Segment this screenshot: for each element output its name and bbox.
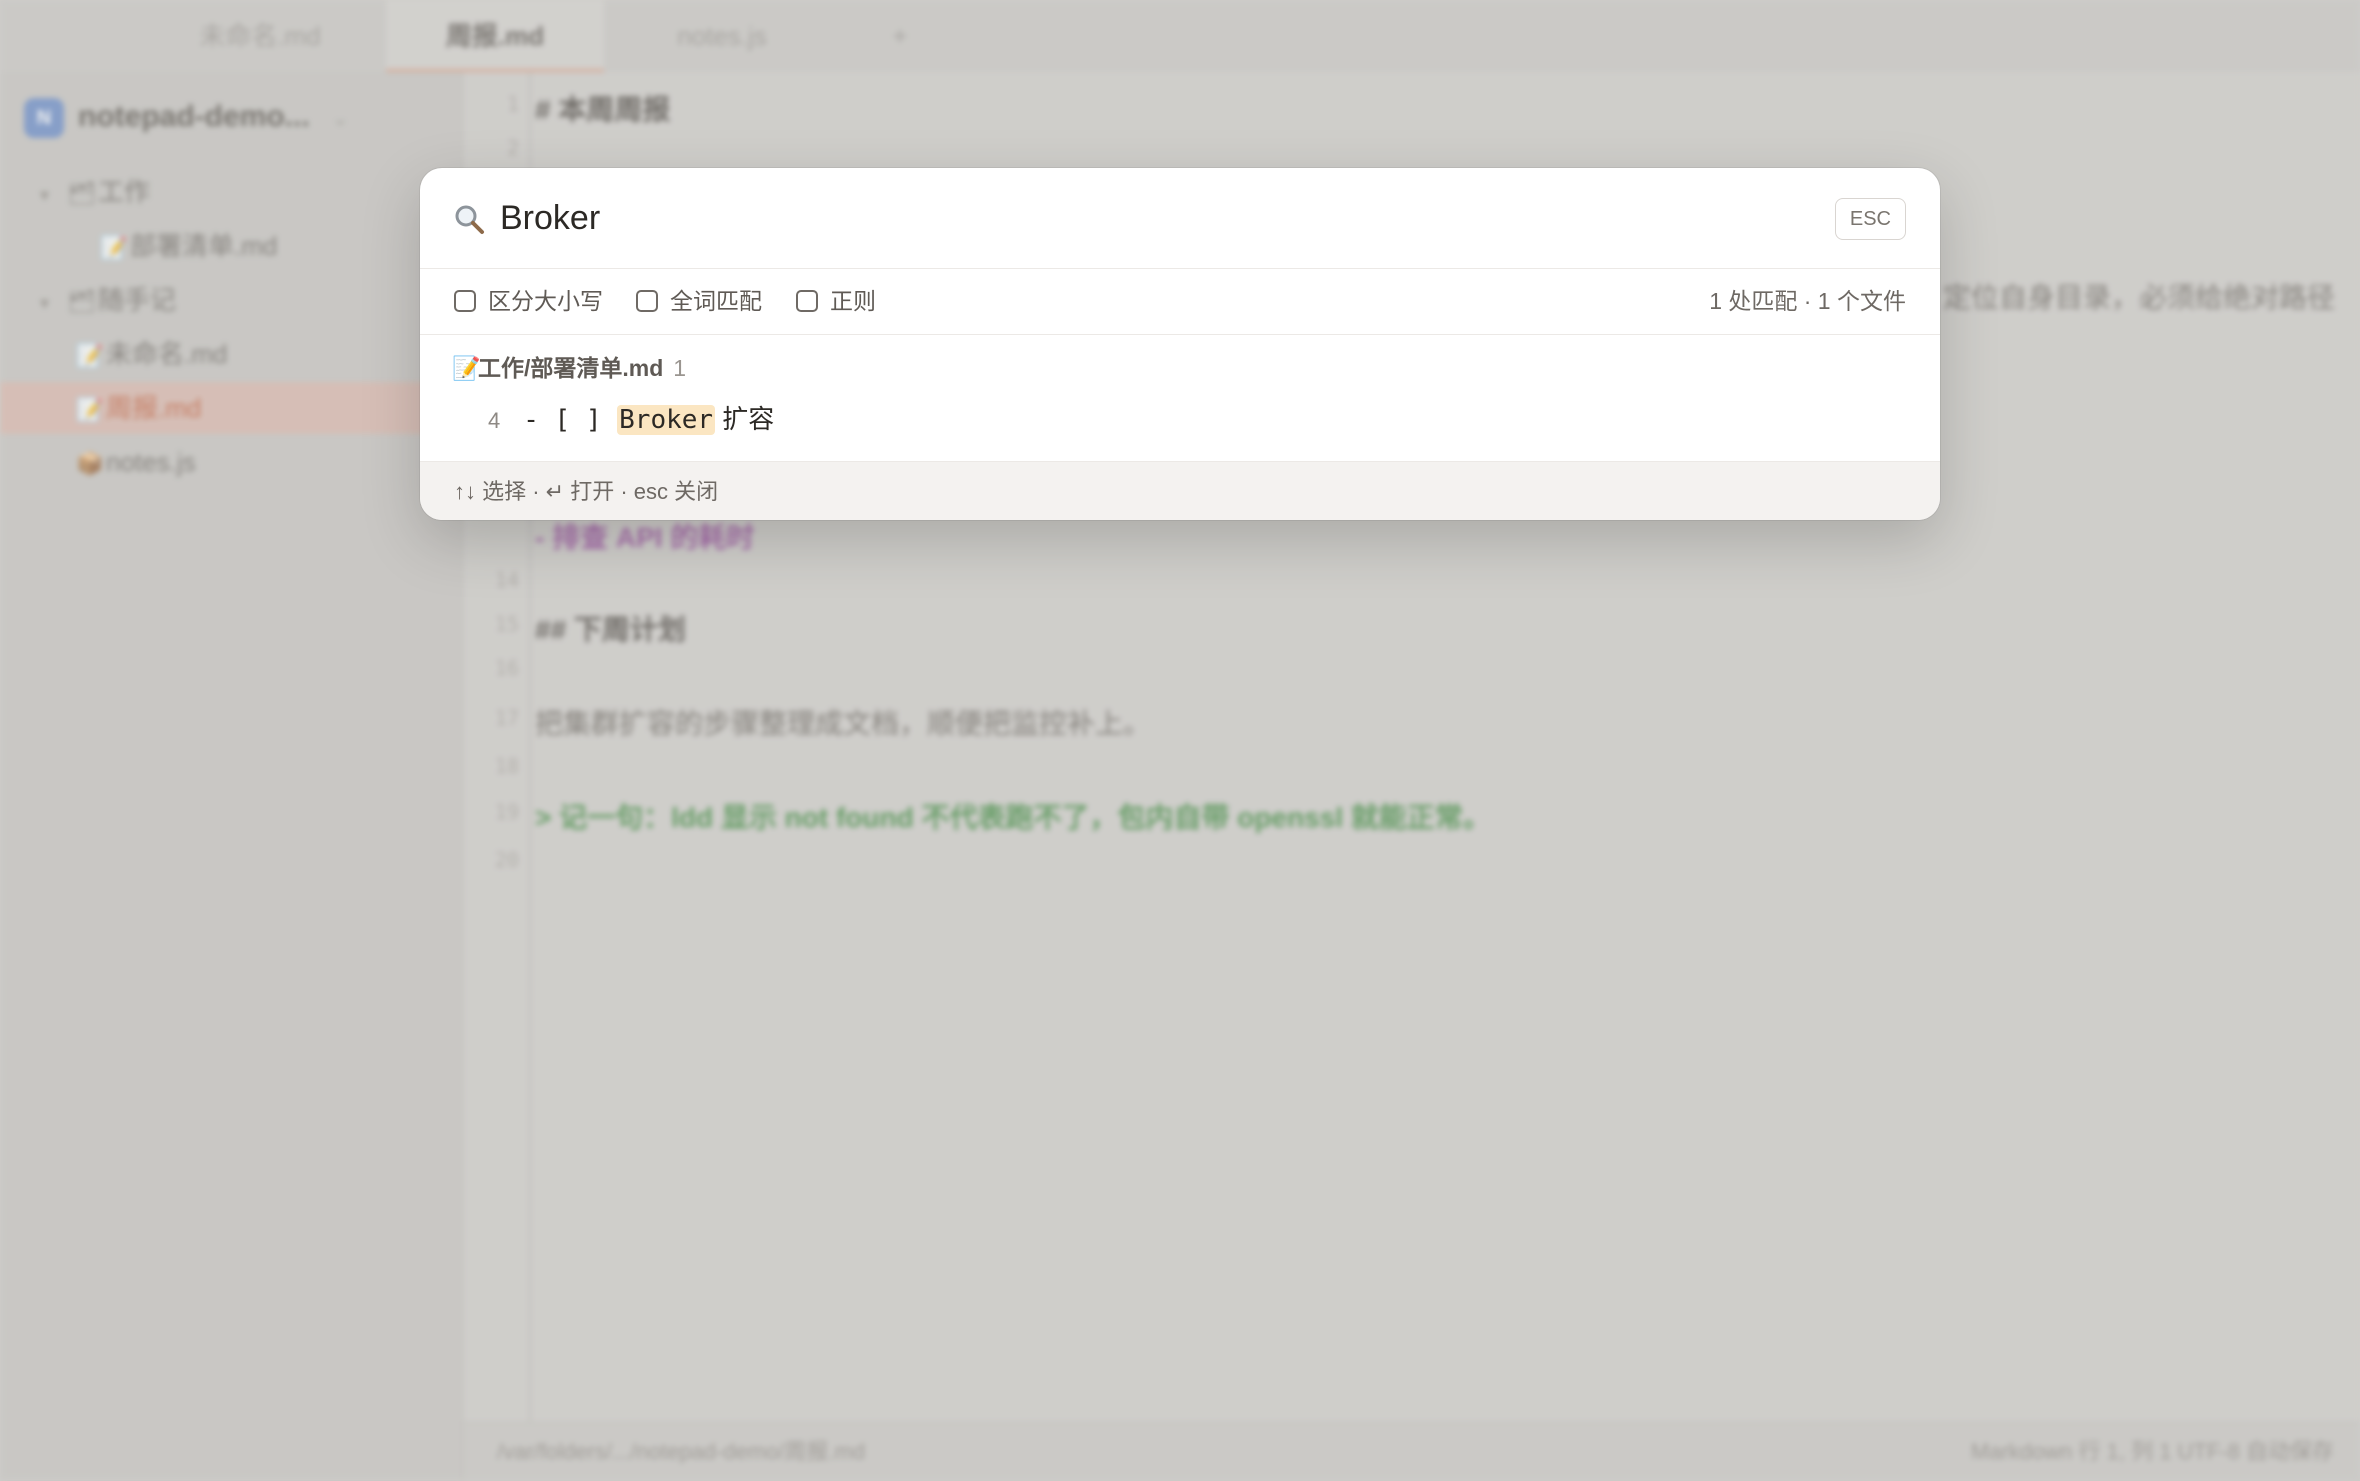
global-search-dialog: ESC 区分大小写 全词匹配 正则 1 处匹配 · 1 个文件 📝工作/部署清单… [420, 168, 1940, 520]
result-file-count: 1 [673, 355, 687, 381]
checkbox[interactable] [636, 289, 658, 312]
hit-match: Broker [617, 405, 716, 435]
option-case-sensitive[interactable]: 区分大小写 [454, 268, 603, 334]
option-label: 正则 [830, 288, 876, 314]
esc-button[interactable]: ESC [1834, 198, 1906, 240]
search-row: ESC [420, 168, 1940, 269]
checkbox[interactable] [454, 289, 476, 312]
option-label: 全词匹配 [670, 288, 762, 314]
match-summary: 1 处匹配 · 1 个文件 [1709, 288, 1906, 314]
hit-text-after: 扩容 [715, 404, 775, 434]
search-icon [455, 205, 484, 234]
result-file-header[interactable]: 📝工作/部署清单.md 1 [452, 351, 686, 385]
option-whole-word[interactable]: 全词匹配 [636, 268, 762, 334]
option-regex[interactable]: 正则 [796, 268, 876, 334]
search-results: 📝工作/部署清单.md 1 4 - [ ] Broker 扩容 [420, 335, 1940, 461]
keyboard-hints: ↑↓ 选择 · ↵ 打开 · esc 关闭 [454, 479, 719, 504]
dialog-footer: ↑↓ 选择 · ↵ 打开 · esc 关闭 [420, 461, 1940, 520]
result-hit[interactable]: 4 - [ ] Broker 扩容 [488, 399, 774, 439]
option-label: 区分大小写 [488, 288, 603, 314]
checkbox[interactable] [796, 289, 818, 312]
memo-icon: 📝 [452, 355, 481, 381]
hit-line-number: 4 [488, 408, 501, 433]
result-file-path: 工作/部署清单.md [478, 355, 664, 381]
hit-text-before: - [ ] [523, 405, 618, 435]
search-input[interactable] [500, 190, 1680, 246]
search-options: 区分大小写 全词匹配 正则 1 处匹配 · 1 个文件 [420, 268, 1940, 335]
